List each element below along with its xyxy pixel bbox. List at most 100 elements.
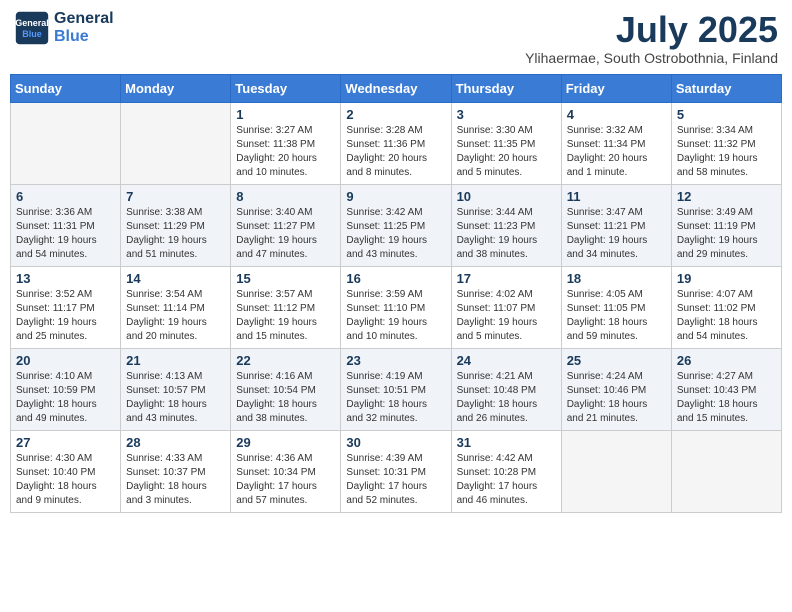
weekday-header: Thursday (451, 74, 561, 102)
calendar-day-cell: 23 Sunrise: 4:19 AMSunset: 10:51 PMDaylig… (341, 348, 451, 430)
day-detail: Sunrise: 3:32 AMSunset: 11:34 PMDaylight… (567, 124, 666, 180)
day-detail: Sunrise: 4:19 AMSunset: 10:51 PMDaylight… (346, 370, 445, 426)
calendar-day-cell: 17Sunrise: 4:02 AMSunset: 11:07 PMDaylig… (451, 266, 561, 348)
day-detail: Sunrise: 3:34 AMSunset: 11:32 PMDaylight… (677, 124, 776, 180)
calendar-table: SundayMondayTuesdayWednesdayThursdayFrid… (10, 74, 782, 513)
day-number: 30 (346, 435, 445, 450)
page-header: General Blue General Blue July 2025 Ylih… (10, 10, 782, 66)
day-detail: Sunrise: 4:39 AMSunset: 10:31 PMDaylight… (346, 452, 445, 508)
day-detail: Sunrise: 4:10 AMSunset: 10:59 PMDaylight… (16, 370, 115, 426)
day-detail: Sunrise: 4:13 AMSunset: 10:57 PMDaylight… (126, 370, 225, 426)
day-number: 5 (677, 107, 776, 122)
day-detail: Sunrise: 3:38 AMSunset: 11:29 PMDaylight… (126, 206, 225, 262)
day-detail: Sunrise: 4:27 AMSunset: 10:43 PMDaylight… (677, 370, 776, 426)
day-detail: Sunrise: 3:30 AMSunset: 11:35 PMDaylight… (457, 124, 556, 180)
day-number: 29 (236, 435, 335, 450)
weekday-header: Monday (121, 74, 231, 102)
day-detail: Sunrise: 4:07 AMSunset: 11:02 PMDaylight… (677, 288, 776, 344)
day-number: 7 (126, 189, 225, 204)
day-detail: Sunrise: 3:57 AMSunset: 11:12 PMDaylight… (236, 288, 335, 344)
title-block: July 2025 Ylihaermae, South Ostrobothnia… (525, 10, 778, 66)
calendar-day-cell: 5 Sunrise: 3:34 AMSunset: 11:32 PMDayligh… (671, 102, 781, 184)
calendar-day-cell: 2Sunrise: 3:28 AMSunset: 11:36 PMDayligh… (341, 102, 451, 184)
calendar-day-cell: 3 Sunrise: 3:30 AMSunset: 11:35 PMDayligh… (451, 102, 561, 184)
day-detail: Sunrise: 3:49 AMSunset: 11:19 PMDaylight… (677, 206, 776, 262)
calendar-day-cell: 10Sunrise: 3:44 AMSunset: 11:23 PMDaylig… (451, 184, 561, 266)
day-detail: Sunrise: 4:02 AMSunset: 11:07 PMDaylight… (457, 288, 556, 344)
day-number: 26 (677, 353, 776, 368)
month-title: July 2025 (525, 10, 778, 50)
logo-text-general: General (54, 10, 114, 28)
day-detail: Sunrise: 3:27 AMSunset: 11:38 PMDaylight… (236, 124, 335, 180)
calendar-day-cell: 29 Sunrise: 4:36 AMSunset: 10:34 PMDaylig… (231, 430, 341, 512)
day-detail: Sunrise: 3:59 AMSunset: 11:10 PMDaylight… (346, 288, 445, 344)
svg-text:General: General (15, 18, 49, 28)
day-number: 1 (236, 107, 335, 122)
day-detail: Sunrise: 4:21 AMSunset: 10:48 PMDaylight… (457, 370, 556, 426)
calendar-week-row: 6 Sunrise: 3:36 AMSunset: 11:31 PMDayligh… (11, 184, 782, 266)
calendar-day-cell: 31 Sunrise: 4:42 AMSunset: 10:28 PMDaylig… (451, 430, 561, 512)
location-subtitle: Ylihaermae, South Ostrobothnia, Finland (525, 50, 778, 66)
day-number: 27 (16, 435, 115, 450)
calendar-week-row: 20Sunrise: 4:10 AMSunset: 10:59 PMDaylig… (11, 348, 782, 430)
day-number: 13 (16, 271, 115, 286)
calendar-day-cell: 7 Sunrise: 3:38 AMSunset: 11:29 PMDayligh… (121, 184, 231, 266)
day-number: 12 (677, 189, 776, 204)
day-number: 10 (457, 189, 556, 204)
day-detail: Sunrise: 3:52 AMSunset: 11:17 PMDaylight… (16, 288, 115, 344)
day-detail: Sunrise: 3:54 AMSunset: 11:14 PMDaylight… (126, 288, 225, 344)
day-number: 19 (677, 271, 776, 286)
day-number: 18 (567, 271, 666, 286)
calendar-day-cell: 15Sunrise: 3:57 AMSunset: 11:12 PMDaylig… (231, 266, 341, 348)
day-number: 6 (16, 189, 115, 204)
day-detail: Sunrise: 3:28 AMSunset: 11:36 PMDaylight… (346, 124, 445, 180)
calendar-day-cell: 24 Sunrise: 4:21 AMSunset: 10:48 PMDaylig… (451, 348, 561, 430)
calendar-week-row: 1 Sunrise: 3:27 AMSunset: 11:38 PMDayligh… (11, 102, 782, 184)
weekday-header: Tuesday (231, 74, 341, 102)
calendar-week-row: 27Sunrise: 4:30 AMSunset: 10:40 PMDaylig… (11, 430, 782, 512)
calendar-day-cell: 19 Sunrise: 4:07 AMSunset: 11:02 PMDaylig… (671, 266, 781, 348)
day-detail: Sunrise: 4:42 AMSunset: 10:28 PMDaylight… (457, 452, 556, 508)
calendar-day-cell: 18 Sunrise: 4:05 AMSunset: 11:05 PMDaylig… (561, 266, 671, 348)
day-number: 24 (457, 353, 556, 368)
calendar-day-cell (121, 102, 231, 184)
day-detail: Sunrise: 3:36 AMSunset: 11:31 PMDaylight… (16, 206, 115, 262)
calendar-day-cell: 16Sunrise: 3:59 AMSunset: 11:10 PMDaylig… (341, 266, 451, 348)
weekday-header: Saturday (671, 74, 781, 102)
calendar-day-cell: 13 Sunrise: 3:52 AMSunset: 11:17 PMDaylig… (11, 266, 121, 348)
calendar-day-cell: 26 Sunrise: 4:27 AMSunset: 10:43 PMDaylig… (671, 348, 781, 430)
svg-text:Blue: Blue (22, 29, 42, 39)
day-number: 23 (346, 353, 445, 368)
day-detail: Sunrise: 4:24 AMSunset: 10:46 PMDaylight… (567, 370, 666, 426)
calendar-day-cell: 1 Sunrise: 3:27 AMSunset: 11:38 PMDayligh… (231, 102, 341, 184)
calendar-day-cell: 9Sunrise: 3:42 AMSunset: 11:25 PMDayligh… (341, 184, 451, 266)
day-number: 31 (457, 435, 556, 450)
day-detail: Sunrise: 4:33 AMSunset: 10:37 PMDaylight… (126, 452, 225, 508)
calendar-day-cell: 8Sunrise: 3:40 AMSunset: 11:27 PMDayligh… (231, 184, 341, 266)
logo: General Blue General Blue (14, 10, 114, 46)
day-number: 25 (567, 353, 666, 368)
logo-text-blue: Blue (54, 28, 114, 46)
calendar-day-cell: 12 Sunrise: 3:49 AMSunset: 11:19 PMDaylig… (671, 184, 781, 266)
weekday-header: Friday (561, 74, 671, 102)
day-number: 14 (126, 271, 225, 286)
calendar-day-cell: 20Sunrise: 4:10 AMSunset: 10:59 PMDaylig… (11, 348, 121, 430)
weekday-header: Sunday (11, 74, 121, 102)
calendar-header-row: SundayMondayTuesdayWednesdayThursdayFrid… (11, 74, 782, 102)
calendar-day-cell: 11Sunrise: 3:47 AMSunset: 11:21 PMDaylig… (561, 184, 671, 266)
day-number: 28 (126, 435, 225, 450)
calendar-week-row: 13 Sunrise: 3:52 AMSunset: 11:17 PMDaylig… (11, 266, 782, 348)
day-detail: Sunrise: 4:36 AMSunset: 10:34 PMDaylight… (236, 452, 335, 508)
weekday-header: Wednesday (341, 74, 451, 102)
calendar-day-cell: 25 Sunrise: 4:24 AMSunset: 10:46 PMDaylig… (561, 348, 671, 430)
calendar-day-cell (561, 430, 671, 512)
calendar-day-cell: 30 Sunrise: 4:39 AMSunset: 10:31 PMDaylig… (341, 430, 451, 512)
day-number: 11 (567, 189, 666, 204)
day-detail: Sunrise: 4:05 AMSunset: 11:05 PMDaylight… (567, 288, 666, 344)
calendar-day-cell: 21Sunrise: 4:13 AMSunset: 10:57 PMDaylig… (121, 348, 231, 430)
day-number: 8 (236, 189, 335, 204)
calendar-day-cell: 4Sunrise: 3:32 AMSunset: 11:34 PMDayligh… (561, 102, 671, 184)
day-number: 3 (457, 107, 556, 122)
day-detail: Sunrise: 3:42 AMSunset: 11:25 PMDaylight… (346, 206, 445, 262)
calendar-day-cell: 22Sunrise: 4:16 AMSunset: 10:54 PMDaylig… (231, 348, 341, 430)
